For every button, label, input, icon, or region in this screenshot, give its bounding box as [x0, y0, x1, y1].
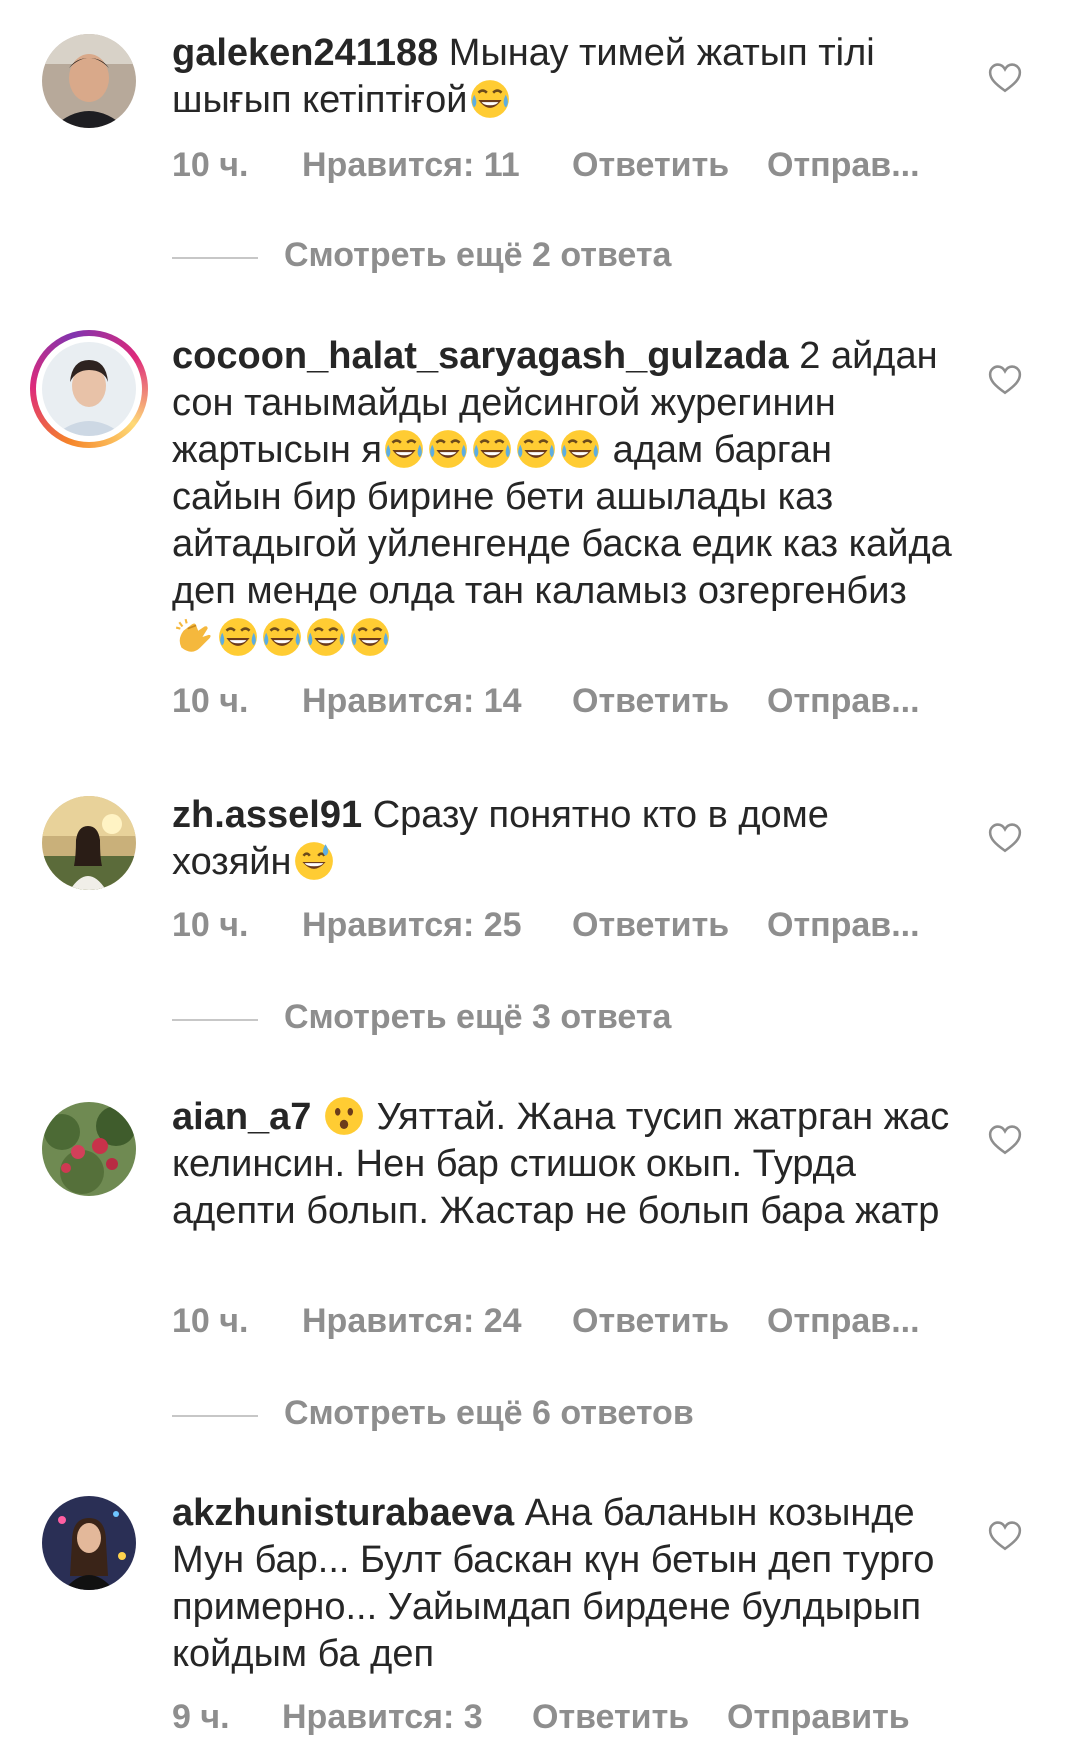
comment-text-block: zh.assel91 Сразу понятно кто в доме хозя…	[172, 792, 952, 886]
heart-outline-icon[interactable]	[988, 822, 1022, 854]
comment-username[interactable]: aian_a7	[172, 1096, 311, 1138]
view-more-label[interactable]: Смотреть ещё 6 ответов	[284, 1394, 694, 1433]
reply-button[interactable]: Ответить	[572, 146, 729, 185]
reply-button[interactable]: Ответить	[532, 1698, 689, 1737]
reply-button[interactable]: Ответить	[572, 1302, 729, 1341]
comment-likes[interactable]: Нравится: 25	[302, 906, 522, 945]
user-avatar[interactable]	[42, 34, 136, 128]
tears-of-joy-icon	[217, 616, 259, 658]
comment-username[interactable]: cocoon_halat_saryagash_gulzada	[172, 335, 789, 377]
heart-outline-icon[interactable]	[988, 62, 1022, 94]
divider-line	[172, 257, 258, 259]
comment-username[interactable]: akzhunisturabaeva	[172, 1492, 514, 1534]
comment-time: 10 ч.	[172, 146, 249, 184]
user-avatar-story[interactable]	[30, 330, 148, 448]
grinning-sweat-icon	[293, 840, 335, 882]
comment-likes[interactable]: Нравится: 14	[302, 682, 522, 721]
comment-likes[interactable]: Нравится: 11	[302, 146, 520, 185]
view-more-label[interactable]: Смотреть ещё 2 ответа	[284, 236, 671, 275]
tears-of-joy-icon	[515, 428, 557, 470]
comment-time: 9 ч.	[172, 1698, 230, 1736]
comment-username[interactable]: zh.assel91	[172, 794, 362, 836]
comment-body: cocoon_halat_saryagash_gulzada 2 айдан с…	[172, 333, 952, 662]
heart-outline-icon[interactable]	[988, 364, 1022, 396]
view-more-replies[interactable]: Смотреть ещё 2 ответа	[172, 236, 872, 276]
view-more-label[interactable]: Смотреть ещё 3 ответа	[284, 998, 671, 1037]
comment-body: zh.assel91 Сразу понятно кто в доме хозя…	[172, 792, 952, 886]
comment-text-block: akzhunisturabaeva Ана баланын козынде Му…	[172, 1490, 952, 1678]
send-button[interactable]: Отправить	[727, 1698, 910, 1737]
comment-username[interactable]: galeken241188	[172, 32, 438, 74]
user-avatar[interactable]	[42, 1102, 136, 1196]
tears-of-joy-icon	[471, 428, 513, 470]
tears-of-joy-icon	[261, 616, 303, 658]
comment-time: 10 ч.	[172, 906, 249, 944]
comment-likes[interactable]: Нравится: 3	[282, 1698, 483, 1737]
comment-time: 10 ч.	[172, 682, 249, 720]
send-button[interactable]: Отправ...	[767, 906, 920, 945]
send-button[interactable]: Отправ...	[767, 146, 920, 185]
comment-text-block: aian_a7 Уяттай. Жана тусип жатрган жас к…	[172, 1094, 952, 1235]
reply-button[interactable]: Ответить	[572, 682, 729, 721]
comment-body: aian_a7 Уяттай. Жана тусип жатрган жас к…	[172, 1094, 952, 1235]
user-avatar[interactable]	[42, 796, 136, 890]
tears-of-joy-icon	[469, 78, 511, 120]
comment-text-block: cocoon_halat_saryagash_gulzada 2 айдан с…	[172, 333, 952, 662]
reply-button[interactable]: Ответить	[572, 906, 729, 945]
comment-time: 10 ч.	[172, 1302, 249, 1340]
tears-of-joy-icon	[383, 428, 425, 470]
tears-of-joy-icon	[427, 428, 469, 470]
clapping-hands-icon	[173, 616, 215, 658]
divider-line	[172, 1019, 258, 1021]
heart-outline-icon[interactable]	[988, 1520, 1022, 1552]
comment-body: akzhunisturabaeva Ана баланын козынде Му…	[172, 1490, 952, 1678]
heart-outline-icon[interactable]	[988, 1124, 1022, 1156]
send-button[interactable]: Отправ...	[767, 1302, 920, 1341]
send-button[interactable]: Отправ...	[767, 682, 920, 721]
tears-of-joy-icon	[559, 428, 601, 470]
tears-of-joy-icon	[349, 616, 391, 658]
avatar-inner	[36, 336, 142, 442]
tears-of-joy-icon	[305, 616, 347, 658]
user-avatar[interactable]	[42, 1496, 136, 1590]
comment-body: galeken241188 Мынау тимей жатып тілі шығ…	[172, 30, 952, 124]
view-more-replies[interactable]: Смотреть ещё 3 ответа	[172, 998, 872, 1038]
view-more-replies[interactable]: Смотреть ещё 6 ответов	[172, 1394, 872, 1434]
divider-line	[172, 1415, 258, 1417]
hushed-face-icon	[323, 1095, 365, 1137]
comment-likes[interactable]: Нравится: 24	[302, 1302, 522, 1341]
comment-text-block: galeken241188 Мынау тимей жатып тілі шығ…	[172, 30, 952, 124]
